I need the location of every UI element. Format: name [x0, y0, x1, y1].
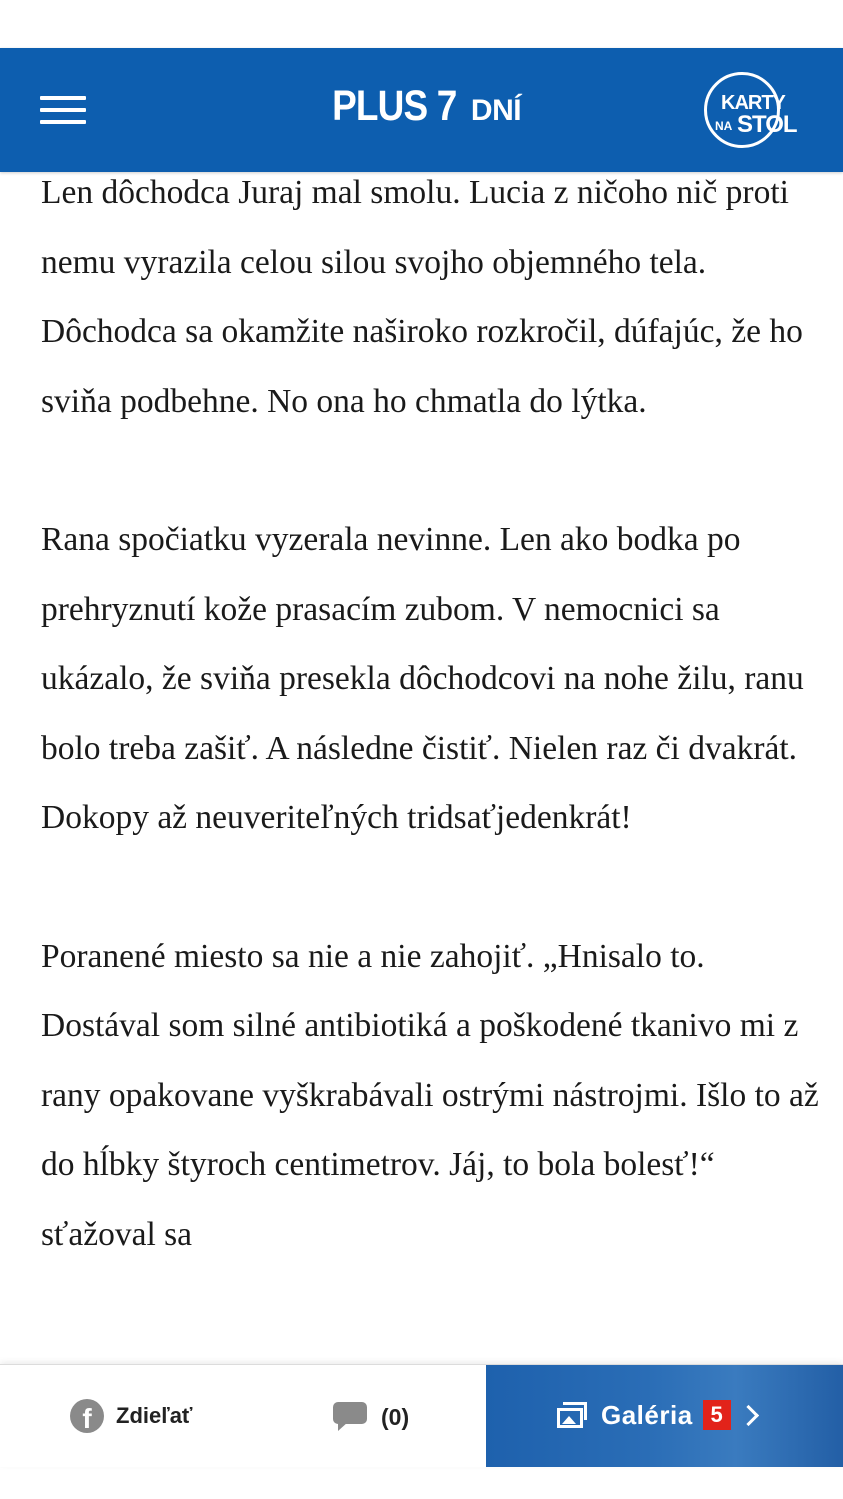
- partner-logo[interactable]: KARTY NA STOL: [704, 72, 798, 148]
- comments-button[interactable]: (0): [333, 1399, 409, 1435]
- gallery-button[interactable]: Galéria 5: [486, 1365, 843, 1467]
- brand-sub-text: DNÍ: [470, 94, 522, 127]
- gallery-icon: [557, 1402, 589, 1428]
- article-body: Len dôchodca Juraj mal smolu. Lucia z ni…: [41, 158, 821, 1338]
- article-paragraph: Rana spočiatku vyzerala nevinne. Len ako…: [41, 521, 804, 836]
- share-button[interactable]: f Zdieľať: [70, 1398, 192, 1434]
- partner-logo-bottom: STOL: [737, 111, 798, 138]
- top-header: PLUS 7 DNÍ KARTY NA STOL: [0, 48, 843, 172]
- gallery-count-badge: 5: [702, 1400, 731, 1430]
- chevron-right-icon: [737, 1404, 759, 1426]
- brand-main-text: PLUS 7: [332, 82, 457, 130]
- article-paragraph: Len dôchodca Juraj mal smolu. Lucia z ni…: [41, 174, 803, 420]
- comments-count: (0): [381, 1403, 410, 1430]
- article-paragraph: Poranené miesto sa nie a nie zahojiť. „H…: [41, 937, 819, 1253]
- partner-logo-top: KARTY: [721, 92, 786, 114]
- comment-icon: [333, 1402, 367, 1432]
- gallery-label: Galéria: [601, 1399, 693, 1430]
- bottom-action-bar: f Zdieľať (0) Galéria 5: [0, 1364, 843, 1467]
- partner-logo-small: NA: [715, 119, 733, 133]
- share-label: Zdieľať: [116, 1403, 193, 1428]
- facebook-icon: f: [70, 1399, 104, 1433]
